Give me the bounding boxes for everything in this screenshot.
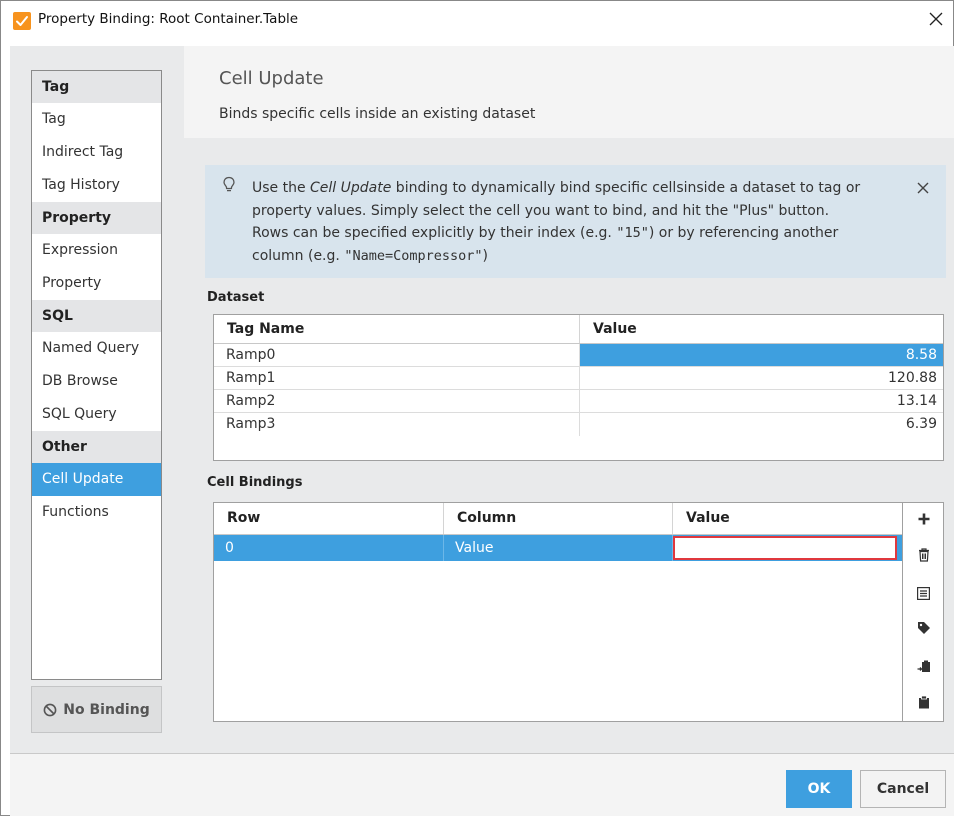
info-text: Use the Cell Update binding to dynamical… <box>252 180 861 264</box>
binding-item-db-browse[interactable]: DB Browse <box>32 365 161 398</box>
paste-special-icon[interactable] <box>903 653 944 679</box>
cancel-button[interactable]: Cancel <box>860 770 946 808</box>
row-cell[interactable]: 0 <box>214 535 444 561</box>
no-binding-button[interactable]: No Binding <box>31 686 162 733</box>
prohibited-icon <box>43 703 57 716</box>
group-header-property: Property <box>32 202 161 234</box>
group-header-other: Other <box>32 431 161 463</box>
binding-title: Cell Update <box>219 68 324 89</box>
binding-item-sql-query[interactable]: SQL Query <box>32 398 161 431</box>
tag-name-cell[interactable]: Ramp3 <box>214 413 580 436</box>
tag-name-cell[interactable]: Ramp2 <box>214 390 580 412</box>
group-header-tag: Tag <box>32 71 161 103</box>
ok-button[interactable]: OK <box>786 770 852 808</box>
binding-item-tag-history[interactable]: Tag History <box>32 169 161 202</box>
column-header-value[interactable]: Value <box>673 503 902 534</box>
binding-header-area <box>184 46 954 138</box>
cell-bindings-header: Row Column Value <box>214 503 902 535</box>
column-header-tag-name[interactable]: Tag Name <box>214 315 580 343</box>
clipboard-icon[interactable] <box>903 689 944 715</box>
list-icon[interactable] <box>903 580 944 606</box>
table-row[interactable]: Ramp2 13.14 <box>214 390 943 413</box>
dataset-table-header: Tag Name Value <box>214 315 943 344</box>
trash-icon[interactable] <box>903 542 944 568</box>
tag-name-cell[interactable]: Ramp0 <box>214 344 580 366</box>
value-cell[interactable]: 120.88 <box>580 367 943 389</box>
value-editor-input[interactable] <box>673 536 897 560</box>
value-cell[interactable]: 13.14 <box>580 390 943 412</box>
window-title: Property Binding: Root Container.Table <box>38 11 299 27</box>
table-row[interactable]: Ramp0 8.58 <box>214 344 943 367</box>
column-header-value[interactable]: Value <box>580 315 943 343</box>
table-row[interactable]: Ramp1 120.88 <box>214 367 943 390</box>
binding-item-cell-update[interactable]: Cell Update <box>32 463 161 496</box>
dataset-table: Tag Name Value Ramp0 8.58 Ramp1 120.88 R… <box>213 314 944 461</box>
no-binding-label: No Binding <box>63 701 150 718</box>
dataset-label: Dataset <box>207 290 265 305</box>
column-header-row[interactable]: Row <box>214 503 444 534</box>
cell-bindings-toolbar <box>903 502 944 722</box>
column-cell[interactable]: Value <box>444 535 673 561</box>
table-row[interactable]: 0 Value <box>214 535 902 561</box>
property-binding-dialog: Property Binding: Root Container.Table T… <box>0 0 954 816</box>
binding-item-functions[interactable]: Functions <box>32 496 161 529</box>
tag-name-cell[interactable]: Ramp1 <box>214 367 580 389</box>
close-icon[interactable] <box>923 7 949 31</box>
title-bar: Property Binding: Root Container.Table <box>1 1 953 37</box>
lightbulb-icon <box>223 176 235 192</box>
binding-item-named-query[interactable]: Named Query <box>32 332 161 365</box>
binding-item-expression[interactable]: Expression <box>32 234 161 267</box>
cell-bindings-table: Row Column Value 0 Value <box>213 502 903 722</box>
binding-item-tag[interactable]: Tag <box>32 103 161 136</box>
plus-icon[interactable] <box>903 506 944 532</box>
cell-bindings-label: Cell Bindings <box>207 475 303 490</box>
tag-icon[interactable] <box>903 615 944 641</box>
ignition-check-icon <box>13 12 31 30</box>
binding-item-indirect-tag[interactable]: Indirect Tag <box>32 136 161 169</box>
binding-item-property[interactable]: Property <box>32 267 161 300</box>
column-header-column[interactable]: Column <box>444 503 673 534</box>
group-header-sql: SQL <box>32 300 161 332</box>
binding-subtitle: Binds specific cells inside an existing … <box>219 106 536 122</box>
value-cell[interactable] <box>673 535 902 561</box>
value-cell[interactable]: 6.39 <box>580 413 943 436</box>
dismiss-info-icon[interactable] <box>914 179 932 197</box>
binding-type-list: Tag Tag Indirect Tag Tag History Propert… <box>31 70 162 680</box>
table-row[interactable]: Ramp3 6.39 <box>214 413 943 436</box>
value-cell[interactable]: 8.58 <box>580 344 943 366</box>
